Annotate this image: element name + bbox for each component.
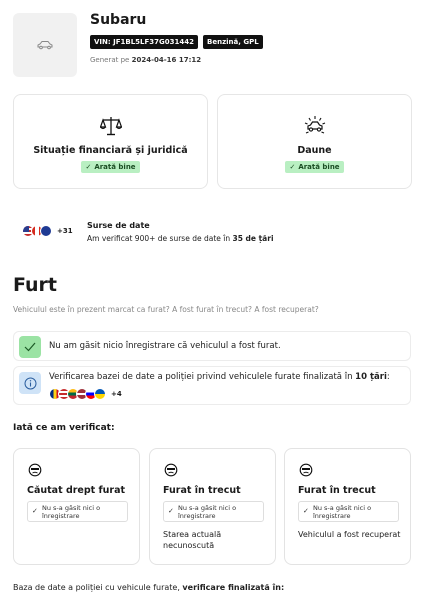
check-card-title: Furat în trecut: [163, 485, 241, 496]
sources-description: Am verificat 900+ de surse de date în 35…: [87, 234, 274, 243]
generated-date: Generat pe 2024-04-16 17:12: [90, 56, 201, 64]
status-badge: ✓ Arată bine: [285, 161, 344, 173]
status-card-financial[interactable]: Situație financiară și juridică ✓ Arată …: [13, 94, 208, 189]
police-country-flags: +4: [49, 388, 122, 400]
damage-icon: [304, 116, 325, 134]
check-card-recovered[interactable]: Furat în trecut ✓ Nu s-a găsit nici o în…: [284, 448, 411, 565]
check-icon: ✓: [289, 163, 296, 171]
check-card-past-theft[interactable]: Furat în trecut ✓ Nu s-a găsit nici o în…: [149, 448, 276, 565]
status-card-damage[interactable]: Daune ✓ Arată bine: [217, 94, 412, 189]
vehicle-make: Subaru: [90, 12, 147, 28]
source-flags: +31: [22, 225, 73, 237]
thief-icon: [28, 463, 42, 477]
theft-section-subtitle: Vehiculul este în prezent marcat ca fura…: [13, 305, 319, 314]
no-theft-record-text: Nu am găsit nicio înregistrare că vehicu…: [49, 341, 281, 351]
check-card-result: ✓ Nu s-a găsit nici o înregistrare: [27, 501, 128, 522]
checked-section-title: Iată ce am verificat:: [13, 423, 115, 433]
police-database-text: Verificarea bazei de date a poliției pri…: [49, 372, 390, 382]
check-card-result: ✓ Nu s-a găsit nici o înregistrare: [298, 501, 399, 522]
check-card-detail: Vehiculul a fost recuperat: [298, 530, 401, 539]
check-card-title: Furat în trecut: [298, 485, 376, 496]
check-icon: ✓: [85, 163, 92, 171]
generated-value: 2024-04-16 17:12: [131, 56, 202, 64]
success-check-icon: [19, 336, 41, 358]
check-card-wanted[interactable]: Căutat drept furat ✓ Nu s-a găsit nici o…: [13, 448, 140, 565]
vehicle-badges: VIN: JF1BL5LF37G031442 Benzină, GPL: [90, 35, 263, 49]
thief-icon: [299, 463, 313, 477]
police-database-footer: Baza de date a poliției cu vehicule fura…: [13, 583, 285, 592]
no-theft-record-row: Nu am găsit nicio înregistrare că vehicu…: [13, 331, 411, 361]
police-extra-count: +4: [111, 390, 122, 398]
check-icon: ✓: [303, 507, 309, 515]
check-icon: ✓: [32, 507, 38, 515]
check-icon: ✓: [168, 507, 174, 515]
police-database-row: Verificarea bazei de date a poliției pri…: [13, 366, 411, 405]
scales-icon: [99, 117, 122, 136]
status-badge: ✓ Arată bine: [81, 161, 140, 173]
status-card-title: Situație financiară și juridică: [33, 145, 188, 156]
sources-title: Surse de date: [87, 221, 150, 230]
vehicle-thumbnail: [13, 13, 77, 77]
status-card-title: Daune: [297, 145, 332, 156]
generated-label: Generat pe: [90, 56, 130, 64]
check-card-title: Căutat drept furat: [27, 485, 126, 496]
theft-section-title: Furt: [13, 274, 58, 296]
car-icon: [37, 41, 53, 50]
flag-ua-icon: [94, 388, 106, 400]
thief-icon: [164, 463, 178, 477]
fuel-badge: Benzină, GPL: [203, 35, 263, 49]
info-icon: [19, 372, 41, 394]
check-card-detail: Starea actuală necunoscută: [163, 530, 222, 550]
sources-extra-count: +31: [57, 227, 73, 235]
check-card-result: ✓ Nu s-a găsit nici o înregistrare: [163, 501, 264, 522]
vin-badge: VIN: JF1BL5LF37G031442: [90, 35, 198, 49]
flag-au-icon: [40, 225, 52, 237]
